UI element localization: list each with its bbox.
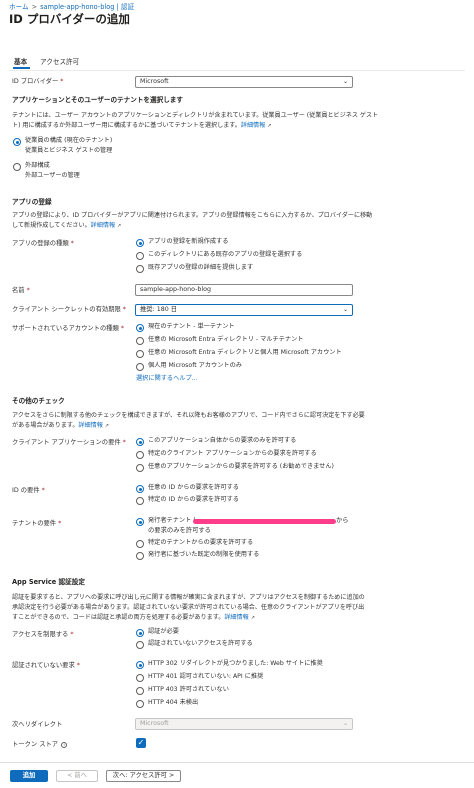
tenant-req-option-issuer-line2: の要求のみを許可する	[148, 527, 211, 534]
app-registration-desc-2: して新規作成してください。詳細情報 ↗	[12, 220, 121, 232]
breadcrumb-separator: >	[31, 3, 38, 11]
footer-divider	[0, 762, 474, 763]
radio-checked-icon	[136, 518, 144, 526]
redirect-to-label: 次へリダイレクト	[12, 721, 63, 728]
identity-provider-select[interactable]: Microsoft ⌄	[135, 76, 353, 88]
radio-unchecked-icon	[136, 540, 144, 548]
client-secret-expiry-select[interactable]: 推奨: 180 日 ⌄	[135, 304, 353, 316]
app-registration-heading: アプリの登録	[12, 198, 52, 206]
other-checks-desc-2: がある場合があります。詳細情報 ↗	[12, 420, 109, 432]
radio-unchecked-icon	[136, 265, 144, 273]
radio-unchecked-icon	[136, 337, 144, 345]
external-link-icon: ↗	[104, 423, 109, 429]
tenant-requirement-label: テナントの要件 *	[12, 520, 62, 527]
radio-unchecked-icon	[136, 497, 144, 505]
identity-requirement-label: ID の要件 *	[12, 487, 45, 494]
next-permissions-button[interactable]: 次へ: アクセス許可 >	[106, 770, 181, 782]
radio-unchecked-icon	[136, 552, 144, 560]
breadcrumb-app-link[interactable]: sample-app-hono-blog | 認証	[40, 3, 134, 11]
tenant-option-workforce-subtitle: 従業員とビジネス ゲストの管理	[25, 147, 113, 154]
redirect-to-select: Microsoft ⌄	[135, 718, 353, 730]
radio-checked-icon	[13, 138, 21, 146]
supported-accounts-label: サポートされているアカウントの種類 *	[12, 325, 125, 332]
unauthenticated-requests-label: 認証されていない要求 *	[12, 662, 80, 669]
token-store-checkbox[interactable]: ✓	[136, 738, 146, 748]
external-link-icon: ↗	[267, 123, 272, 129]
radio-unchecked-icon	[136, 641, 144, 649]
radio-unchecked-icon	[136, 363, 144, 371]
other-checks-heading: その他のチェック	[12, 397, 65, 405]
token-store-label: トークン ストア i	[12, 741, 68, 750]
tenant-learn-more-link[interactable]: 詳細情報	[241, 122, 265, 129]
tab-active-indicator	[13, 67, 30, 69]
app-service-auth-desc-3: すことができるので、コードは認証と承認の両方を処理する必要があります。詳細情報 ↗	[12, 612, 255, 624]
external-link-icon: ↗	[117, 223, 122, 229]
radio-checked-icon	[136, 485, 144, 493]
app-service-auth-learn-more-link[interactable]: 詳細情報	[224, 614, 248, 621]
radio-checked-icon	[136, 239, 144, 247]
page-title: ID プロバイダーの追加	[9, 12, 130, 26]
breadcrumb: ホーム > sample-app-hono-blog | 認証	[9, 3, 134, 12]
name-label: 名前 *	[12, 287, 30, 294]
radio-unchecked-icon	[136, 464, 144, 472]
radio-checked-icon	[136, 324, 144, 332]
radio-checked-icon	[136, 629, 144, 637]
client-app-requirement-label: クライアント アプリケーションの要件 *	[12, 439, 126, 446]
client-secret-expiry-label: クライアント シークレットの有効期限 *	[12, 306, 126, 313]
radio-unchecked-icon	[136, 687, 144, 695]
tenant-option-external-subtitle: 外部ユーザーの管理	[25, 172, 80, 179]
chevron-down-icon: ⌄	[342, 306, 348, 313]
radio-checked-icon	[136, 438, 144, 446]
tab-permissions[interactable]: アクセス許可	[40, 58, 79, 67]
app-registration-type-label: アプリの登録の種類 *	[12, 240, 74, 247]
breadcrumb-home-link[interactable]: ホーム	[9, 3, 29, 11]
app-service-auth-heading: App Service 認証設定	[12, 578, 85, 586]
tenant-section-desc-2: ト) 用に構成するか外部ユーザー用に構成するかに基づいてテナントを選択します。詳…	[12, 120, 271, 132]
redacted-tenant-id	[193, 519, 336, 524]
accounts-help-link[interactable]: 選択に関するヘルプ...	[136, 375, 198, 383]
tenant-req-option-issuer-tail: から	[336, 517, 349, 524]
other-checks-learn-more-link[interactable]: 詳細情報	[78, 422, 102, 429]
name-input[interactable]: sample-app-hono-blog	[135, 284, 353, 296]
tab-basics[interactable]: 基本	[14, 58, 27, 67]
chevron-down-icon: ⌄	[342, 720, 348, 727]
radio-unchecked-icon	[136, 451, 144, 459]
radio-unchecked-icon	[136, 350, 144, 358]
radio-unchecked-icon	[136, 674, 144, 682]
app-registration-learn-more-link[interactable]: 詳細情報	[91, 222, 115, 229]
radio-checked-icon	[136, 661, 144, 669]
previous-button: < 前へ	[56, 770, 98, 782]
chevron-down-icon: ⌄	[342, 78, 348, 85]
external-link-icon: ↗	[250, 615, 255, 621]
radio-unchecked-icon	[136, 700, 144, 708]
identity-provider-label: ID プロバイダー *	[12, 78, 64, 85]
tabs-divider	[9, 70, 465, 71]
checkmark-icon: ✓	[137, 738, 145, 747]
radio-unchecked-icon	[136, 252, 144, 260]
add-button[interactable]: 追加	[10, 770, 48, 782]
info-icon[interactable]: i	[61, 742, 68, 748]
radio-unchecked-icon	[13, 163, 21, 171]
restrict-access-label: アクセスを制限する *	[12, 631, 74, 638]
tenant-section-heading: アプリケーションとそのユーザーのテナントを選択します	[12, 96, 183, 104]
